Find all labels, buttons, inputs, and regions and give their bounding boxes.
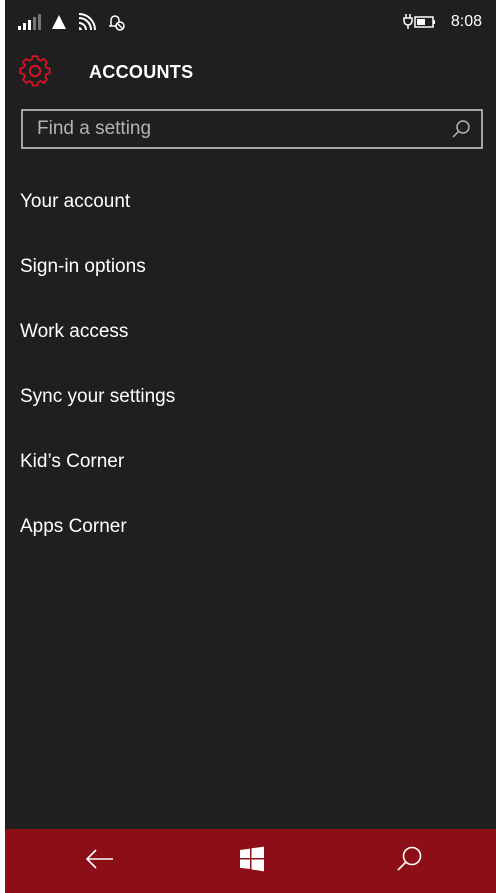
navigation-bar xyxy=(5,829,496,893)
page-header: ACCOUNTS xyxy=(5,52,496,96)
search-button[interactable] xyxy=(369,829,449,893)
quiet-hours-icon xyxy=(107,13,125,31)
menu-item-label: Sync your settings xyxy=(20,386,176,407)
menu-item-work-access[interactable]: Work access xyxy=(5,298,496,365)
menu-item-label: Kid’s Corner xyxy=(20,451,125,472)
windows-start-icon xyxy=(239,846,265,877)
menu-item-label: Sign-in options xyxy=(20,256,146,277)
status-bar-right: 8:08 xyxy=(403,10,482,34)
settings-menu: Your account Sign-in options Work access… xyxy=(5,170,496,560)
menu-item-label: Work access xyxy=(20,321,129,342)
battery-charging-icon xyxy=(403,13,437,31)
status-bar: 8:08 xyxy=(5,0,496,44)
menu-item-sign-in-options[interactable]: Sign-in options xyxy=(5,233,496,300)
start-button[interactable] xyxy=(212,829,292,893)
back-button[interactable] xyxy=(60,829,140,893)
search-box[interactable] xyxy=(21,109,483,149)
signal-icon xyxy=(17,14,41,30)
menu-item-kids-corner[interactable]: Kid’s Corner xyxy=(5,428,496,495)
wifi-icon xyxy=(77,13,97,31)
menu-item-your-account[interactable]: Your account xyxy=(5,168,496,235)
status-bar-left xyxy=(17,10,125,34)
gear-icon xyxy=(19,55,51,87)
menu-item-label: Apps Corner xyxy=(20,516,127,537)
clock: 8:08 xyxy=(450,13,482,30)
page-title: ACCOUNTS xyxy=(89,62,194,82)
data-icon xyxy=(51,14,67,30)
phone-screen: 8:08 ACCOUNTS Your account xyxy=(5,0,496,893)
back-icon xyxy=(85,848,115,875)
search-input[interactable] xyxy=(23,111,443,147)
menu-item-label: Your account xyxy=(20,191,131,212)
search-icon[interactable] xyxy=(451,119,471,139)
menu-item-sync-settings[interactable]: Sync your settings xyxy=(5,363,496,430)
menu-item-apps-corner[interactable]: Apps Corner xyxy=(5,493,496,560)
search-icon xyxy=(395,845,423,878)
